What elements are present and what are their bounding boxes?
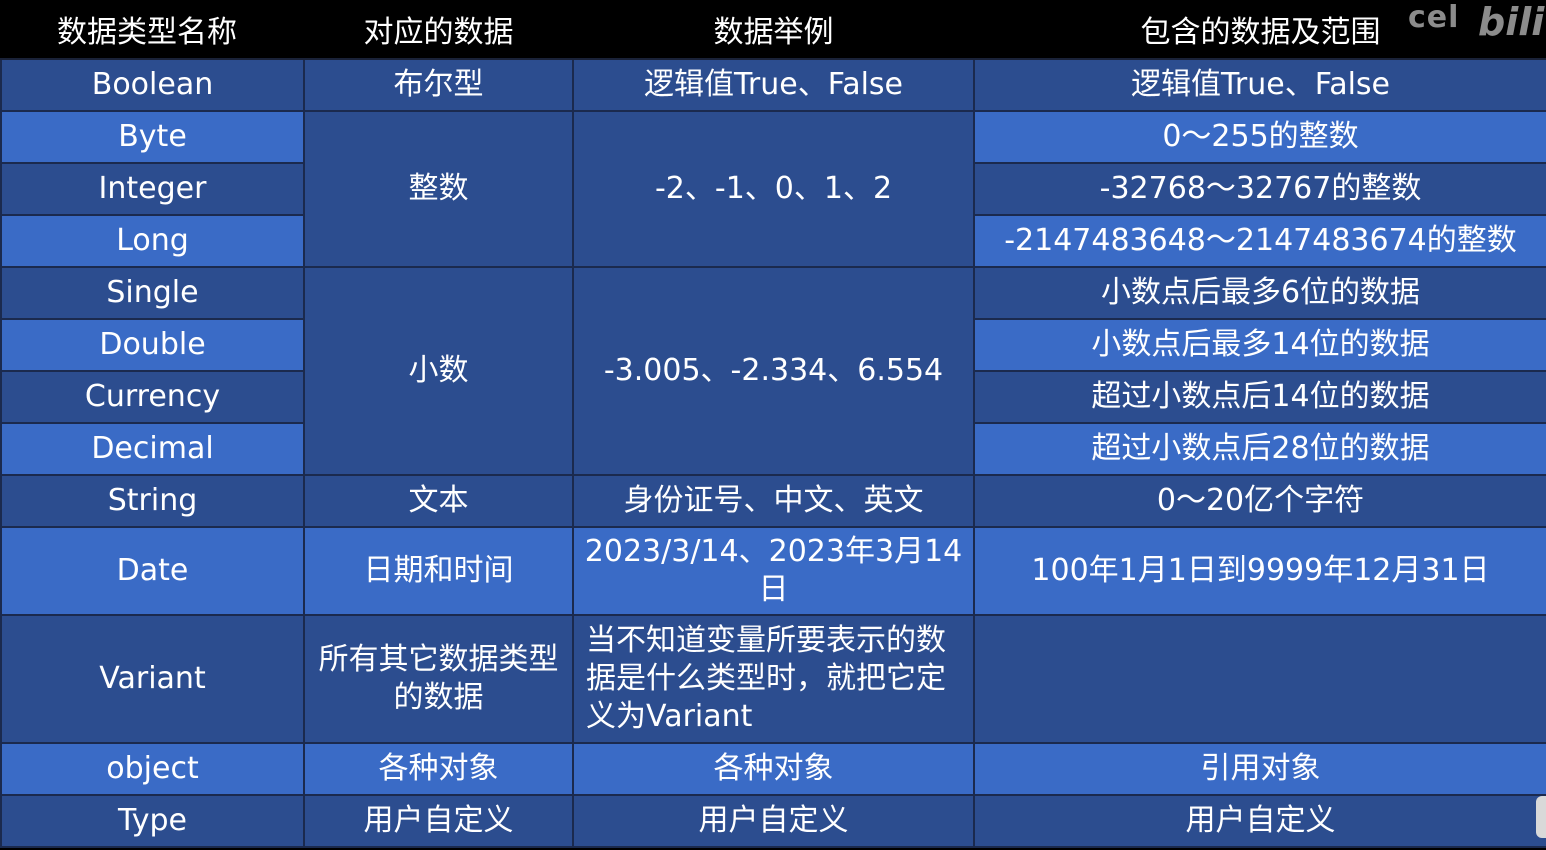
header-example: 数据举例 xyxy=(573,0,974,60)
example-cell: 身份证号、中文、英文 xyxy=(572,474,975,528)
table-row: Single 小数 -3.005、-2.334、6.554 小数点后最多6位的数… xyxy=(0,266,1546,476)
type-name-cell: Boolean xyxy=(0,58,305,112)
type-name-cell: Double xyxy=(0,318,305,372)
category-cell: 用户自定义 xyxy=(303,794,574,848)
type-name-cell: Type xyxy=(0,794,305,848)
type-name-cell: Variant xyxy=(0,614,305,744)
range-cell xyxy=(973,614,1546,744)
type-name-cell: Single xyxy=(0,266,305,320)
type-name-cell: Currency xyxy=(0,370,305,424)
category-cell: 布尔型 xyxy=(303,58,574,112)
category-cell: 日期和时间 xyxy=(303,526,574,616)
category-cell: 整数 xyxy=(303,110,574,268)
header-category: 对应的数据 xyxy=(304,0,573,60)
table-body: Boolean 布尔型 逻辑值True、False 逻辑值True、False … xyxy=(0,58,1546,848)
type-name-cell: object xyxy=(0,742,305,796)
type-name-cell: Decimal xyxy=(0,422,305,476)
range-cell: 逻辑值True、False xyxy=(973,58,1546,112)
range-cell: -2147483648～2147483674的整数 xyxy=(973,214,1546,268)
example-cell: 2023/3/14、2023年3月14日 xyxy=(572,526,975,616)
header-type-name: 数据类型名称 xyxy=(1,0,304,60)
data-types-table: 数据类型名称 对应的数据 数据举例 包含的数据及范围 Boolean 布尔型 逻… xyxy=(0,0,1546,848)
range-cell: -32768～32767的整数 xyxy=(973,162,1546,216)
table-row: String 文本 身份证号、中文、英文 0～20亿个字符 xyxy=(0,474,1546,528)
range-cell: 用户自定义 xyxy=(973,794,1546,848)
type-name-cell: Long xyxy=(0,214,305,268)
table-row: Boolean 布尔型 逻辑值True、False 逻辑值True、False xyxy=(0,58,1546,112)
range-cell: 0～20亿个字符 xyxy=(973,474,1546,528)
table-row: Type 用户自定义 用户自定义 用户自定义 xyxy=(0,794,1546,848)
type-name-cell: Date xyxy=(0,526,305,616)
slide: 数据类型名称 对应的数据 数据举例 包含的数据及范围 Boolean 布尔型 逻… xyxy=(0,0,1546,850)
example-cell: 用户自定义 xyxy=(572,794,975,848)
header-range: 包含的数据及范围 xyxy=(974,0,1546,60)
category-cell: 小数 xyxy=(303,266,574,476)
side-scroll-handle[interactable] xyxy=(1536,796,1546,838)
table-row: Byte 整数 -2、-1、0、1、2 0～255的整数 xyxy=(0,110,1546,268)
type-name-cell: Byte xyxy=(0,110,305,164)
type-name-cell: String xyxy=(0,474,305,528)
example-cell: 逻辑值True、False xyxy=(572,58,975,112)
range-cell: 超过小数点后14位的数据 xyxy=(973,370,1546,424)
example-cell: 各种对象 xyxy=(572,742,975,796)
table-row: object 各种对象 各种对象 引用对象 xyxy=(0,742,1546,796)
bilibili-logo-icon: bili xyxy=(1478,0,1545,44)
range-cell: 引用对象 xyxy=(973,742,1546,796)
table-header: 数据类型名称 对应的数据 数据举例 包含的数据及范围 xyxy=(1,0,1546,60)
range-cell: 超过小数点后28位的数据 xyxy=(973,422,1546,476)
example-cell: -3.005、-2.334、6.554 xyxy=(572,266,975,476)
range-cell: 小数点后最多6位的数据 xyxy=(973,266,1546,320)
category-cell: 所有其它数据类型的数据 xyxy=(303,614,574,744)
watermark-text: cel xyxy=(1408,0,1460,35)
type-name-cell: Integer xyxy=(0,162,305,216)
range-cell: 100年1月1日到9999年12月31日 xyxy=(973,526,1546,616)
table-row: Date 日期和时间 2023/3/14、2023年3月14日 100年1月1日… xyxy=(0,526,1546,616)
example-cell: -2、-1、0、1、2 xyxy=(572,110,975,268)
category-cell: 各种对象 xyxy=(303,742,574,796)
range-cell: 0～255的整数 xyxy=(973,110,1546,164)
table-row: Variant 所有其它数据类型的数据 当不知道变量所要表示的数据是什么类型时，… xyxy=(0,614,1546,744)
range-cell: 小数点后最多14位的数据 xyxy=(973,318,1546,372)
category-cell: 文本 xyxy=(303,474,574,528)
example-cell: 当不知道变量所要表示的数据是什么类型时，就把它定义为Variant xyxy=(572,614,975,744)
